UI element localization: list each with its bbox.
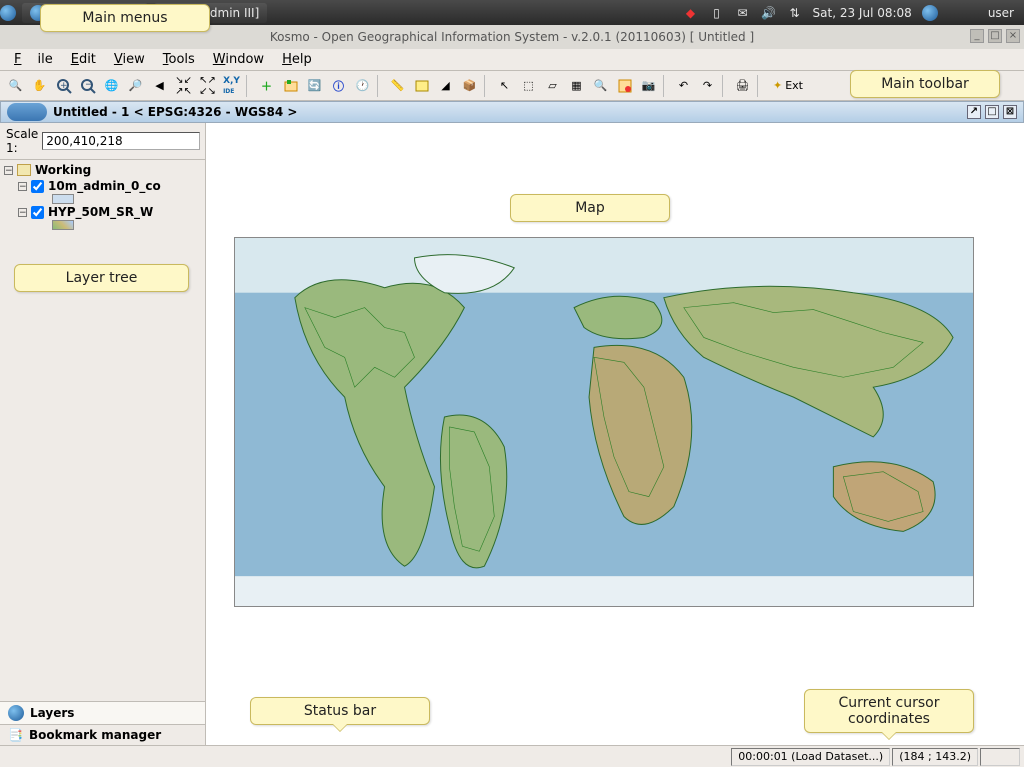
menu-window[interactable]: Window xyxy=(205,50,272,69)
tree-root-label: Working xyxy=(35,163,91,177)
tree-toggle-root[interactable]: − xyxy=(4,166,13,175)
layer2-label[interactable]: HYP_50M_SR_W xyxy=(48,205,153,219)
measure-area[interactable] xyxy=(410,74,433,97)
undo[interactable]: ↶ xyxy=(672,74,695,97)
measure-distance[interactable]: 📏 xyxy=(386,74,409,97)
map-frame-bar: Untitled - 1 < EPSG:4326 - WGS84 > ↗ □ ⊠ xyxy=(0,101,1024,123)
zoom-selection-in[interactable]: ↘↙↗↖ xyxy=(172,74,195,97)
status-coords: (184 ; 143.2) xyxy=(892,748,978,766)
tree-toggle-layer2[interactable]: − xyxy=(18,208,27,217)
pan-tool[interactable]: ✋ xyxy=(28,74,51,97)
reload-layer[interactable]: 🔄 xyxy=(303,74,326,97)
layer2-swatch xyxy=(52,220,74,230)
info-tool[interactable]: ⓘ xyxy=(327,74,350,97)
volume-icon[interactable]: 🔊 xyxy=(761,5,777,21)
world-map-display[interactable] xyxy=(234,237,974,607)
zoom-layer[interactable]: 🔎 xyxy=(124,74,147,97)
frame-close[interactable]: ⊠ xyxy=(1003,105,1017,119)
menu-help[interactable]: Help xyxy=(274,50,320,69)
tab-layers[interactable]: Layers xyxy=(0,701,205,724)
menu-tools[interactable]: Tools xyxy=(155,50,203,69)
scale-input[interactable] xyxy=(42,132,200,150)
frame-detach[interactable]: ↗ xyxy=(967,105,981,119)
battery-icon[interactable]: ▯ xyxy=(709,5,725,21)
query-builder[interactable]: 🔍 xyxy=(589,74,612,97)
maximize-button[interactable]: □ xyxy=(988,29,1002,43)
zoom-tool[interactable]: 🔍 xyxy=(4,74,27,97)
select-pointer[interactable]: ↖ xyxy=(493,74,516,97)
time-tool[interactable]: 🕐 xyxy=(351,74,374,97)
xy-goto[interactable]: X,YIDE xyxy=(220,74,243,97)
redo[interactable]: ↷ xyxy=(696,74,719,97)
update-icon[interactable]: ◆ xyxy=(683,5,699,21)
folder-icon xyxy=(17,164,31,176)
layer-tree[interactable]: − Working − 10m_admin_0_co − HYP_50M_SR_… xyxy=(0,160,205,701)
window-title: Kosmo - Open Geographical Information Sy… xyxy=(270,30,754,44)
svg-text:−: − xyxy=(85,80,93,90)
minimize-button[interactable]: _ xyxy=(970,29,984,43)
zoom-prev[interactable]: ◀ xyxy=(148,74,171,97)
select-poly[interactable]: ▱ xyxy=(541,74,564,97)
map-frame-title: Untitled - 1 < EPSG:4326 - WGS84 > xyxy=(53,105,298,119)
callout-main-menus: Main menus xyxy=(40,4,210,32)
layer2-checkbox[interactable] xyxy=(31,206,44,219)
measure-angle[interactable]: ◢ xyxy=(434,74,457,97)
zoom-out[interactable]: − xyxy=(76,74,99,97)
user-label[interactable]: user xyxy=(988,6,1014,20)
layer1-checkbox[interactable] xyxy=(31,180,44,193)
attribute-table[interactable]: ▦ xyxy=(565,74,588,97)
layer1-label[interactable]: 10m_admin_0_co xyxy=(48,179,161,193)
menu-view[interactable]: View xyxy=(106,50,153,69)
frame-maximize[interactable]: □ xyxy=(985,105,999,119)
clock[interactable]: Sat, 23 Jul 08:08 xyxy=(813,6,912,20)
callout-map: Map xyxy=(510,194,670,222)
network-icon[interactable]: ⇅ xyxy=(787,5,803,21)
status-empty xyxy=(980,748,1020,766)
tab-bookmark-manager[interactable]: 📑 Bookmark manager xyxy=(0,724,205,745)
zoom-extent[interactable]: 🌐 xyxy=(100,74,123,97)
box-tool[interactable]: 📦 xyxy=(458,74,481,97)
callout-main-toolbar: Main toolbar xyxy=(850,70,1000,98)
status-bar: 00:00:01 (Load Dataset...) (184 ; 143.2) xyxy=(0,745,1024,767)
callout-status-bar: Status bar xyxy=(250,697,430,725)
print[interactable]: 🖨 xyxy=(731,74,754,97)
menu-file[interactable]: File xyxy=(6,50,61,69)
layer1-swatch xyxy=(52,194,74,204)
menu-bar: File Edit View Tools Window Help xyxy=(0,49,1024,71)
mail-icon[interactable]: ✉ xyxy=(735,5,751,21)
tree-toggle-layer1[interactable]: − xyxy=(18,182,27,191)
status-load: 00:00:01 (Load Dataset...) xyxy=(731,748,890,766)
layer-sidebar: Scale 1: − Working − 10m_admin_0_co − HY… xyxy=(0,123,206,745)
menu-edit[interactable]: Edit xyxy=(63,50,104,69)
zoom-selection-out[interactable]: ↖↗↙↘ xyxy=(196,74,219,97)
close-button[interactable]: × xyxy=(1006,29,1020,43)
bookmark-icon: 📑 xyxy=(8,728,23,742)
callout-cursor-coords: Current cursor coordinates xyxy=(804,689,974,733)
map-frame-icon xyxy=(7,103,47,121)
svg-text:+: + xyxy=(60,81,68,91)
extensions-button[interactable]: ✦Ext xyxy=(766,74,810,97)
snapshot-tool[interactable]: 📷 xyxy=(637,74,660,97)
zoom-in[interactable]: + xyxy=(52,74,75,97)
callout-layer-tree: Layer tree xyxy=(14,264,189,292)
browser-tray-icon[interactable] xyxy=(922,5,938,21)
globe-icon xyxy=(8,705,24,721)
scale-label: Scale 1: xyxy=(6,127,38,155)
add-layer[interactable]: ＋ xyxy=(255,74,278,97)
filter-tool[interactable] xyxy=(613,74,636,97)
add-wms[interactable] xyxy=(279,74,302,97)
start-menu-icon[interactable] xyxy=(0,5,16,21)
select-rect[interactable]: ⬚ xyxy=(517,74,540,97)
